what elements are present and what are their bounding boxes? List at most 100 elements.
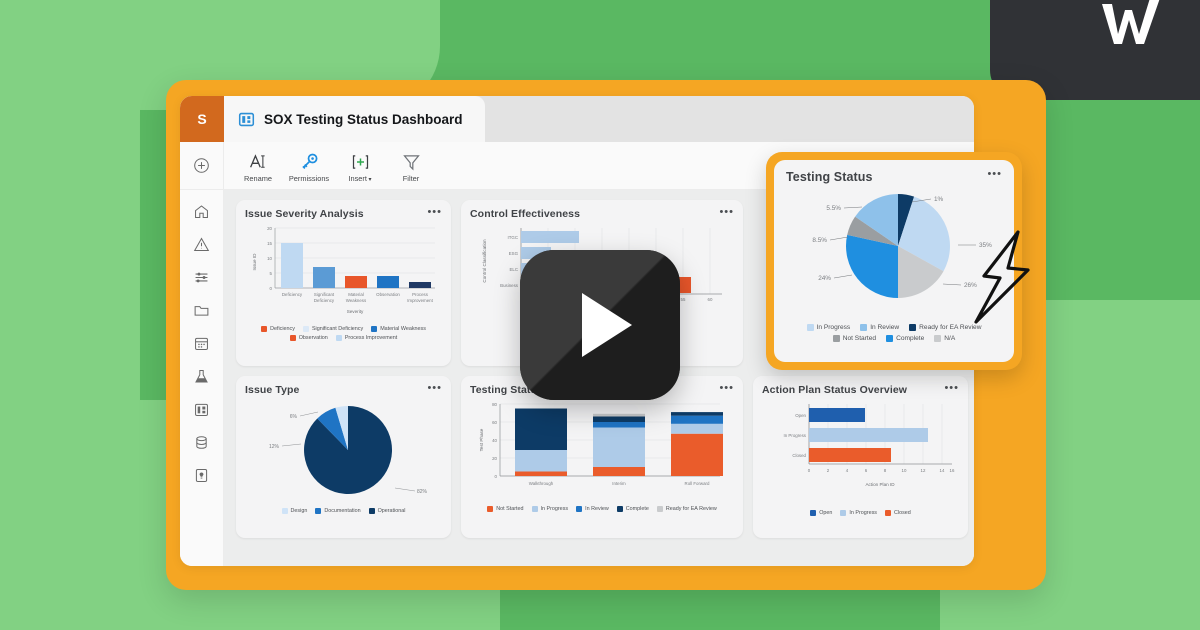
testing-breakdown-chart: 020 406080 Test Phase Walkthrough Interi… bbox=[479, 402, 723, 486]
issue-severity-legend: Deficiency Significant Deficiency Materi… bbox=[245, 326, 442, 341]
filter-button[interactable]: Filter bbox=[387, 149, 435, 183]
svg-text:Deficiency: Deficiency bbox=[314, 298, 335, 303]
filter-label: Filter bbox=[402, 173, 420, 183]
svg-text:Issue ID: Issue ID bbox=[252, 253, 257, 271]
svg-text:Control Classification: Control Classification bbox=[482, 239, 487, 283]
svg-text:6%: 6% bbox=[290, 414, 298, 420]
legend-item: Material Weakness bbox=[371, 326, 426, 332]
play-video-button[interactable] bbox=[520, 250, 680, 400]
svg-text:Deficiency: Deficiency bbox=[282, 292, 303, 297]
tab-sox-testing-status-dashboard[interactable]: SOX Testing Status Dashboard bbox=[224, 96, 485, 142]
home-icon bbox=[195, 204, 208, 218]
svg-text:10: 10 bbox=[267, 256, 272, 261]
card-menu-button[interactable]: ••• bbox=[944, 383, 959, 394]
legend-item: Complete bbox=[886, 335, 924, 342]
svg-text:20: 20 bbox=[267, 226, 272, 231]
svg-text:12: 12 bbox=[921, 468, 926, 473]
funnel-icon bbox=[402, 154, 420, 170]
workspace-badge[interactable]: S bbox=[180, 96, 224, 142]
sidebar-item-calendar[interactable] bbox=[189, 332, 215, 354]
legend-item: Not Started bbox=[487, 506, 524, 512]
card-menu-button[interactable]: ••• bbox=[719, 383, 734, 394]
svg-text:24%: 24% bbox=[818, 275, 831, 282]
legend-item: Process Improvement bbox=[335, 335, 397, 341]
svg-text:80: 80 bbox=[492, 402, 497, 407]
sidebar-item-home[interactable] bbox=[189, 200, 215, 222]
svg-text:20: 20 bbox=[492, 456, 497, 461]
svg-text:Improvement: Improvement bbox=[407, 298, 433, 303]
svg-text:Roll Forward: Roll Forward bbox=[685, 481, 710, 486]
svg-text:Severity: Severity bbox=[347, 309, 364, 314]
permissions-button[interactable]: Permissions bbox=[285, 149, 333, 183]
svg-text:ESG: ESG bbox=[509, 251, 519, 256]
card-menu-button[interactable]: ••• bbox=[427, 207, 442, 218]
svg-text:ELC: ELC bbox=[509, 267, 518, 272]
svg-text:5: 5 bbox=[270, 271, 273, 276]
action-plan-chart: Open In Progress Closed 0 2 4 6 8 10 12 14 16 Ac… bbox=[784, 404, 955, 487]
card-title: Issue Severity Analysis bbox=[245, 208, 364, 220]
svg-text:82%: 82% bbox=[417, 489, 428, 495]
sidebar-item-files[interactable] bbox=[189, 299, 215, 321]
svg-text:5.5%: 5.5% bbox=[826, 205, 841, 212]
alert-icon bbox=[193, 237, 210, 251]
sliders-icon bbox=[195, 272, 208, 282]
sidebar-item-testing[interactable] bbox=[189, 365, 215, 387]
tab-label: SOX Testing Status Dashboard bbox=[264, 111, 463, 127]
legend-item: Operational bbox=[368, 508, 405, 514]
svg-text:ITGC: ITGC bbox=[508, 235, 519, 240]
svg-text:Open: Open bbox=[795, 413, 806, 418]
svg-text:0: 0 bbox=[495, 474, 498, 479]
legend-item: Closed bbox=[884, 510, 911, 516]
svg-text:Action Plan ID: Action Plan ID bbox=[865, 482, 895, 487]
calendar-icon bbox=[195, 337, 208, 350]
svg-text:10: 10 bbox=[902, 468, 907, 473]
card-menu-button[interactable]: ••• bbox=[987, 169, 1002, 180]
title-bar: S SOX Testing Status Dashboard bbox=[180, 96, 974, 142]
card-action-plan-status-overview: Action Plan Status Overview ••• Open In … bbox=[753, 376, 968, 538]
add-button[interactable] bbox=[180, 142, 223, 190]
svg-text:8: 8 bbox=[884, 468, 887, 473]
svg-text:40: 40 bbox=[492, 438, 497, 443]
sidebar-item-filters[interactable] bbox=[189, 266, 215, 288]
svg-text:6: 6 bbox=[865, 468, 868, 473]
legend-item: N/A bbox=[934, 335, 955, 342]
card-issue-severity-analysis: Issue Severity Analysis ••• 0 5 10 15 20 Is… bbox=[236, 200, 451, 366]
card-issue-type: Issue Type ••• 6% 12% 82% Design Documen… bbox=[236, 376, 451, 538]
card-menu-button[interactable]: ••• bbox=[719, 207, 734, 218]
database-icon bbox=[196, 435, 207, 449]
svg-text:0: 0 bbox=[808, 468, 811, 473]
rename-icon bbox=[249, 153, 265, 168]
svg-text:60: 60 bbox=[708, 297, 713, 302]
issue-severity-chart: 0 5 10 15 20 Issue ID Deficiency Significan… bbox=[252, 226, 435, 314]
svg-text:Closed: Closed bbox=[792, 453, 806, 458]
legend-item: Significant Deficiency bbox=[302, 326, 363, 332]
sidebar-item-dashboards[interactable] bbox=[189, 398, 215, 420]
permissions-label: Permissions bbox=[288, 173, 330, 183]
legend-item: In Progress bbox=[531, 506, 568, 512]
card-testing-status-breakdown: Testing Status Breakdown ••• 020 406080 … bbox=[461, 376, 743, 538]
waybook-w-icon bbox=[1102, 0, 1160, 44]
svg-text:Material: Material bbox=[348, 292, 364, 297]
lightbulb-icon bbox=[195, 468, 208, 482]
legend-item: Design bbox=[281, 508, 307, 514]
sidebar-item-data[interactable] bbox=[189, 431, 215, 453]
sidebar-item-alerts[interactable] bbox=[189, 233, 215, 255]
legend-item: Deficiency bbox=[261, 326, 295, 332]
svg-text:Observation: Observation bbox=[376, 292, 400, 297]
insert-button[interactable]: Insert ▾ bbox=[336, 149, 384, 183]
dashboard-icon bbox=[195, 403, 208, 416]
svg-text:Process: Process bbox=[412, 292, 429, 297]
left-nav-rail bbox=[180, 142, 224, 566]
rename-button[interactable]: Rename bbox=[234, 149, 282, 183]
sidebar-item-insights[interactable] bbox=[189, 464, 215, 486]
svg-text:Walkthrough: Walkthrough bbox=[529, 481, 554, 486]
key-icon bbox=[301, 153, 317, 169]
legend-item: In Progress bbox=[806, 324, 850, 331]
insert-icon bbox=[352, 154, 368, 169]
flask-icon bbox=[195, 369, 208, 383]
legend-item: Observation bbox=[289, 335, 328, 341]
svg-text:55: 55 bbox=[681, 297, 686, 302]
legend-item: In Progress bbox=[840, 510, 877, 516]
card-menu-button[interactable]: ••• bbox=[427, 383, 442, 394]
legend-item: In Review bbox=[576, 506, 609, 512]
